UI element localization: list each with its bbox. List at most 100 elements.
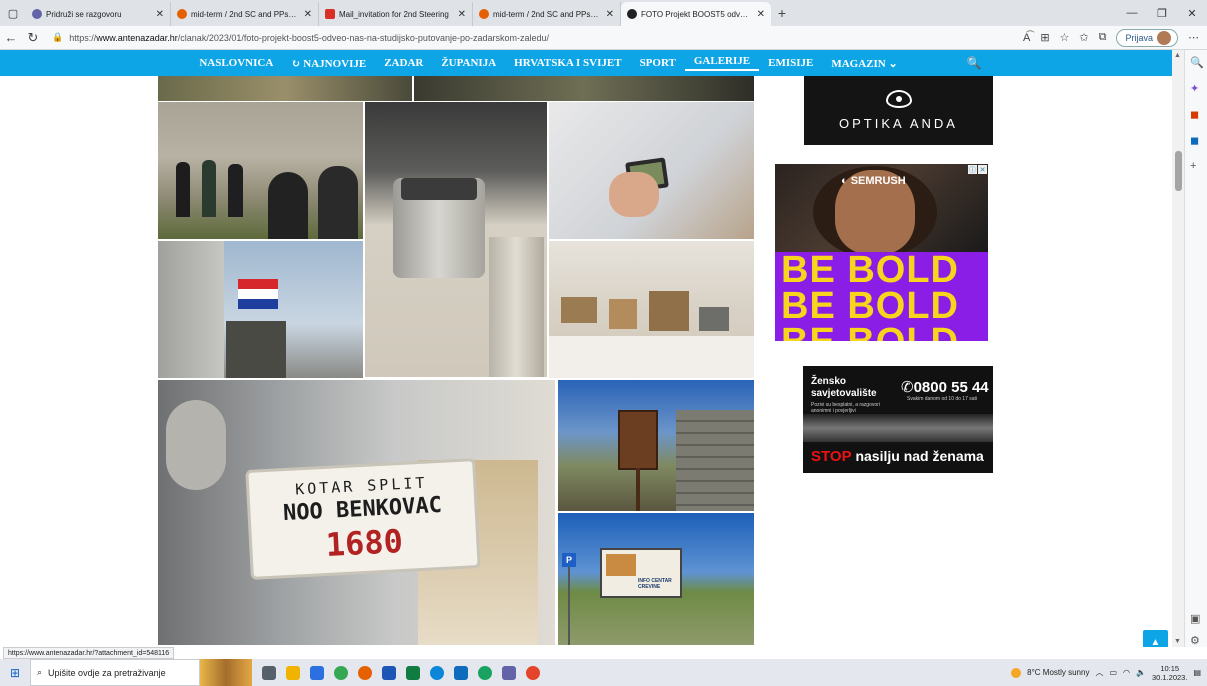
scroll-up-icon[interactable]: ▲ [1174, 52, 1181, 59]
nav-hrvatska-i-svijet[interactable]: HRVATSKA I SVIJET [505, 57, 630, 69]
outlook-icon[interactable] [454, 665, 468, 680]
outlook-icon[interactable]: ◼ [1190, 134, 1199, 147]
sidebar-layout-icon[interactable]: ▣ [1190, 612, 1200, 625]
window-controls: — ❐ ✕ [1117, 0, 1207, 26]
scrollbar-thumb[interactable] [1175, 151, 1182, 191]
nav-sport[interactable]: SPORT [631, 57, 685, 69]
more-icon[interactable]: ⋯ [1188, 31, 1199, 44]
ad-optika-anda[interactable]: OPTIKA ANDA [804, 76, 993, 145]
nav-emisije[interactable]: EMISIJE [759, 57, 822, 69]
gallery-photo-info-centar[interactable]: INFO CENTAR CREVINE P [558, 513, 754, 645]
tab-label: Mail_invitation for 2nd Steering [339, 9, 449, 19]
read-aloud-icon[interactable]: A͡ [1023, 32, 1030, 44]
excel-icon[interactable] [406, 665, 420, 680]
firefox-icon[interactable] [358, 665, 372, 680]
notifications-icon[interactable]: ▤ [1193, 668, 1201, 677]
close-icon[interactable]: ✕ [156, 9, 164, 20]
weather-text[interactable]: 8°C Mostly sunny [1027, 668, 1089, 677]
close-window-icon[interactable]: ✕ [1177, 7, 1207, 20]
gallery-photo[interactable] [414, 76, 754, 101]
browser-window: ▢ Pridruži se razgovoru ✕ mid-term / 2nd… [0, 0, 1207, 686]
tab-actions-icon[interactable]: ▢ [0, 0, 26, 26]
gallery-photo-stone-pedestal[interactable] [365, 102, 547, 377]
windows-start-icon[interactable]: ⊞ [0, 666, 30, 680]
gallery-photo-stone-wall[interactable] [158, 102, 363, 239]
profile-button[interactable]: Prijava [1116, 28, 1178, 47]
new-tab-button[interactable]: + [771, 2, 793, 26]
exhibit [561, 297, 597, 323]
edge-icon[interactable] [430, 665, 444, 680]
search-highlight-image[interactable] [200, 659, 252, 686]
search-icon[interactable]: 🔍 [1190, 56, 1204, 69]
close-icon[interactable]: ✕ [458, 9, 466, 20]
tab-mail-invitation[interactable]: Mail_invitation for 2nd Steering ✕ [319, 2, 473, 26]
word-icon[interactable] [382, 665, 396, 680]
clock[interactable]: 10:15 30.1.2023. [1152, 664, 1187, 682]
settings-icon[interactable]: ⚙ [1190, 634, 1200, 647]
tab-foto-projekt[interactable]: FOTO Projekt BOOST5 odveo na ✕ [621, 2, 771, 26]
nav-zadar[interactable]: ZADAR [375, 57, 432, 69]
status-link: https://www.antenazadar.hr/?attachment_i… [3, 647, 175, 659]
lock-icon: 🔒 [52, 32, 64, 42]
shopping-icon[interactable]: ✦ [1190, 82, 1199, 95]
gallery-photo-flag[interactable] [158, 241, 363, 378]
tab-mid-term-1[interactable]: mid-term / 2nd SC and PPs mee ✕ [171, 2, 319, 26]
nav-naslovnica[interactable]: NASLOVNICA [190, 57, 282, 69]
ad-zensko-sub: Pozivi su besplatni, a razgovori anonimn… [811, 402, 880, 414]
tab-teams[interactable]: Pridruži se razgovoru ✕ [26, 2, 171, 26]
gallery-photo-phone[interactable] [549, 102, 754, 239]
taskbar-search-input[interactable]: ⌕ Upišite ovdje za pretraživanje [30, 659, 200, 686]
file-explorer-icon[interactable] [286, 665, 300, 680]
gallery-photo-info-board[interactable] [558, 380, 754, 511]
back-icon[interactable]: ← [0, 30, 22, 45]
task-view-icon[interactable] [262, 665, 276, 680]
gallery-photo[interactable] [158, 76, 412, 101]
store-icon[interactable] [310, 665, 324, 680]
tab-mid-term-2[interactable]: mid-term / 2nd SC and PPs mee ✕ [473, 2, 621, 26]
nav-najnovije[interactable]: ↻ NAJNOVIJE [282, 57, 375, 70]
app-icon[interactable] [526, 665, 540, 680]
add-icon[interactable]: + [1190, 160, 1196, 172]
scroll-down-icon[interactable]: ▼ [1174, 638, 1181, 645]
scroll-to-top-button[interactable]: ▲ [1143, 630, 1168, 647]
wifi-icon[interactable]: ◠ [1123, 668, 1130, 677]
chevron-up-icon[interactable]: ︿ [1095, 667, 1103, 678]
teams-icon[interactable] [502, 665, 516, 680]
ad-choices[interactable]: ⓘ ✕ [968, 165, 987, 174]
refresh-icon[interactable]: ↻ [22, 30, 44, 46]
office-icon[interactable]: ◼ [1190, 108, 1199, 121]
url-field[interactable]: 🔒 https://www.antenazadar.hr/clanak/2023… [52, 32, 972, 43]
chrome-profile-icon[interactable] [478, 665, 492, 680]
profile-label: Prijava [1125, 32, 1153, 43]
ad-slogan: BE BOLD [781, 249, 959, 291]
chrome-icon[interactable] [334, 665, 348, 680]
favorites-icon[interactable]: ✩ [1079, 31, 1088, 44]
close-icon[interactable]: ✕ [606, 9, 614, 20]
nav-zupanija[interactable]: ŽUPANIJA [432, 57, 505, 69]
minimize-icon[interactable]: — [1117, 7, 1147, 19]
nav-magazin-label: MAGAZIN [831, 57, 886, 70]
collections-icon[interactable]: ⧉ [1099, 31, 1107, 44]
sign-pole [568, 567, 570, 645]
close-icon[interactable]: ✕ [757, 9, 765, 20]
ad-info-icon[interactable]: ⓘ [968, 165, 977, 174]
page-scrollbar[interactable]: ▲ ▼ [1172, 50, 1184, 647]
app-available-icon[interactable]: ⊞ [1040, 31, 1049, 44]
nav-magazin[interactable]: MAGAZIN ⌄ [822, 57, 906, 70]
favorite-icon[interactable]: ☆ [1060, 31, 1070, 44]
ad-zensko-savjetovaliste[interactable]: Žensko savjetovalište Pozivi su besplatn… [803, 366, 993, 473]
close-icon[interactable]: ✕ [304, 9, 312, 20]
ad-close-icon[interactable]: ✕ [978, 165, 987, 174]
ad-semrush[interactable]: ◐ SEMRUSH ⓘ✕ BE BOLD BE BOLD BE BOLD [775, 164, 988, 341]
volume-icon[interactable]: 🔈 [1136, 668, 1146, 677]
network-icon[interactable]: ▭ [1109, 668, 1117, 677]
search-icon[interactable]: 🔍 [967, 56, 982, 70]
display-plinths [549, 336, 754, 378]
url-domain: www.antenazadar.hr [96, 32, 178, 43]
stone-wall [676, 410, 754, 511]
gallery-photo-museum[interactable] [549, 241, 754, 378]
parking-icon: P [562, 553, 576, 567]
nav-galerije[interactable]: GALERIJE [684, 55, 760, 71]
restore-icon[interactable]: ❐ [1147, 7, 1177, 20]
gallery-photo-sign[interactable]: KOTAR SPLIT NOO BENKOVAC 1680 [158, 380, 555, 645]
